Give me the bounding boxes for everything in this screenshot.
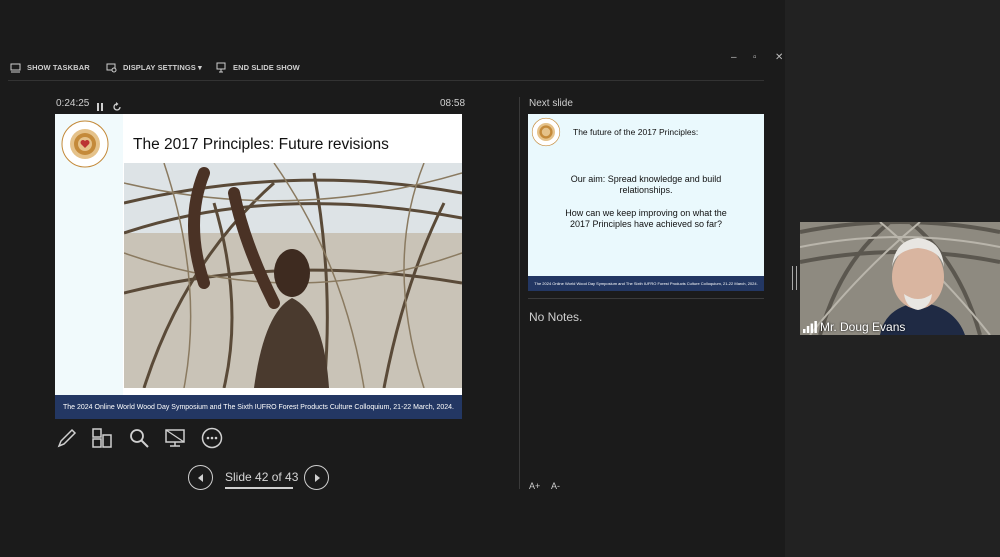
more-icon — [201, 427, 223, 449]
end-show-icon — [216, 62, 226, 73]
video-frame — [800, 222, 1000, 335]
pen-icon — [57, 428, 77, 448]
pause-button[interactable] — [95, 99, 105, 111]
next-slide-line: How can we keep improving on what the — [565, 208, 727, 218]
zoom-icon — [130, 429, 149, 448]
show-taskbar-label: SHOW TASKBAR — [27, 63, 90, 72]
slide-counter-underline — [225, 487, 293, 489]
next-slide-body: Our aim: Spread knowledge and build rela… — [528, 174, 764, 230]
show-taskbar-button[interactable]: SHOW TASKBAR — [10, 62, 90, 73]
slides-grid-icon — [92, 428, 112, 448]
pen-tool-button[interactable] — [56, 427, 78, 449]
elapsed-timer: 0:24:25 — [56, 98, 90, 109]
next-slide-title: The future of the 2017 Principles: — [573, 127, 699, 137]
participant-name: Mr. Doug Evans — [820, 320, 906, 334]
screen-icon — [165, 429, 185, 447]
slide-counter[interactable]: Slide 42 of 43 — [225, 470, 298, 484]
increase-font-button[interactable]: A+ — [529, 481, 540, 491]
display-settings-button[interactable]: DISPLAY SETTINGS ▾ — [106, 62, 202, 73]
prev-icon — [197, 473, 203, 482]
next-slide-label: Next slide — [529, 98, 573, 109]
previous-slide-button[interactable] — [188, 465, 213, 490]
display-settings-label: DISPLAY SETTINGS ▾ — [123, 63, 202, 72]
current-slide: The 2017 Principles: Future revisions Th… — [55, 114, 462, 419]
more-options-button[interactable] — [201, 427, 223, 449]
display-settings-icon — [106, 63, 117, 73]
slide-footer: The 2024 Online World Wood Day Symposium… — [55, 395, 462, 419]
next-slide-line: Our aim: Spread knowledge and build — [570, 174, 722, 184]
next-slide-line: relationships. — [619, 185, 673, 195]
next-icon — [314, 473, 320, 482]
next-slide-footer: The 2024 Online World Wood Day Symposium… — [528, 276, 764, 291]
decrease-font-button[interactable]: A- — [551, 481, 560, 491]
end-slide-show-label: END SLIDE SHOW — [233, 63, 300, 72]
participant-video — [800, 222, 1000, 335]
pane-divider[interactable] — [519, 97, 520, 489]
speaker-notes: No Notes. — [529, 310, 583, 324]
notes-divider — [528, 298, 764, 299]
toolbar-divider — [8, 80, 764, 81]
next-slide-logo — [531, 117, 561, 147]
signal-icon — [803, 321, 817, 333]
reset-timer-button[interactable] — [112, 99, 122, 111]
weaving-photo — [124, 163, 462, 388]
zoom-button[interactable] — [128, 427, 150, 449]
next-slide-line: 2017 Principles have achieved so far? — [569, 219, 723, 229]
next-slide-preview[interactable]: The future of the 2017 Principles: Our a… — [528, 114, 764, 291]
clock: 08:58 — [440, 98, 466, 109]
black-screen-button[interactable] — [164, 427, 186, 449]
next-slide-button[interactable] — [304, 465, 329, 490]
panel-resize-handle[interactable] — [792, 266, 797, 290]
end-slide-show-button[interactable]: END SLIDE SHOW — [216, 62, 300, 73]
slide-title: The 2017 Principles: Future revisions — [133, 136, 389, 153]
restore-button[interactable]: ▫ — [753, 52, 757, 63]
see-all-slides-button[interactable] — [91, 427, 113, 449]
close-button[interactable]: ✕ — [775, 52, 783, 63]
taskbar-icon — [10, 63, 21, 73]
reset-icon — [113, 102, 121, 111]
pause-icon — [97, 103, 103, 111]
world-wood-day-logo — [61, 120, 109, 168]
slide-photo — [124, 163, 462, 388]
minimize-button[interactable]: – — [731, 52, 737, 63]
